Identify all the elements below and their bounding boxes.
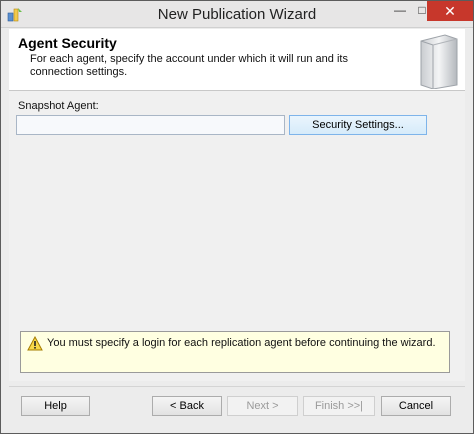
- wizard-header: Agent Security For each agent, specify t…: [9, 29, 465, 91]
- page-description: For each agent, specify the account unde…: [30, 53, 348, 78]
- warning-text: You must specify a login for each replic…: [47, 337, 436, 349]
- cancel-button[interactable]: Cancel: [381, 396, 451, 416]
- security-settings-button[interactable]: Security Settings...: [289, 115, 427, 135]
- warning-message-box: You must specify a login for each replic…: [20, 331, 450, 373]
- snapshot-agent-field[interactable]: [16, 115, 285, 135]
- book-icon: [415, 31, 463, 90]
- warning-icon: [27, 335, 43, 352]
- close-button[interactable]: ✕: [427, 1, 473, 21]
- wizard-window: New Publication Wizard — □ ✕ Agent Secur…: [0, 0, 474, 434]
- back-button[interactable]: < Back: [152, 396, 222, 416]
- help-button[interactable]: Help: [21, 396, 90, 416]
- title-bar: New Publication Wizard — □ ✕: [1, 1, 473, 28]
- finish-button[interactable]: Finish >>|: [303, 396, 375, 416]
- next-button[interactable]: Next >: [227, 396, 298, 416]
- page-title: Agent Security: [18, 35, 117, 51]
- snapshot-agent-label: Snapshot Agent:: [18, 100, 99, 112]
- footer-divider: [9, 386, 465, 387]
